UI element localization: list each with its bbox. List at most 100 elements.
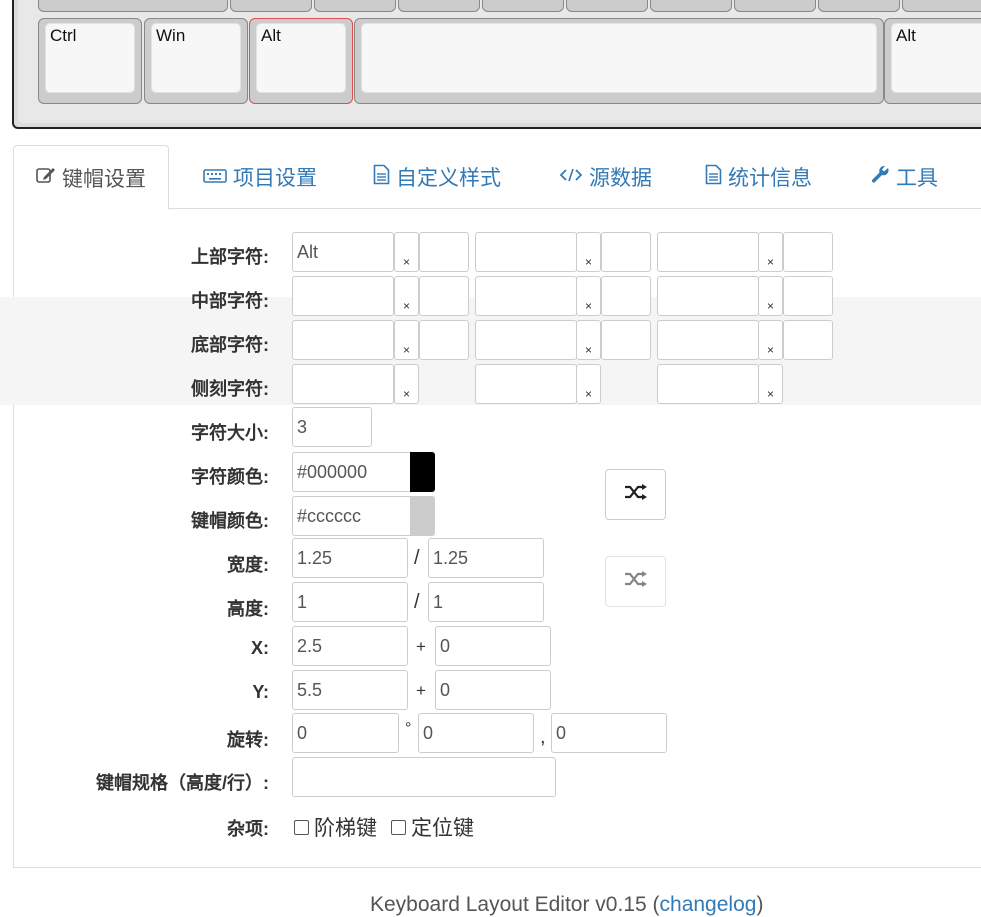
top-legend-color[interactable] (601, 232, 651, 272)
key-right-alt[interactable]: Alt (884, 18, 981, 104)
clear-button[interactable]: × (394, 364, 419, 404)
checkbox-box[interactable] (391, 819, 406, 835)
key-top-row[interactable] (734, 0, 816, 12)
homing-checkbox[interactable]: 定位键 (391, 812, 474, 842)
clear-button[interactable]: × (758, 232, 783, 272)
keycap-win: Win (151, 23, 241, 93)
keycap-ctrl: Ctrl (45, 23, 135, 93)
center-legend-color[interactable] (419, 276, 469, 316)
key-ctrl[interactable]: Ctrl (38, 18, 142, 104)
center-legend-label: 中部字符: (191, 291, 269, 311)
close-icon: × (766, 255, 774, 269)
y2-input[interactable]: 0 (435, 670, 551, 710)
bottom-legend-input-3[interactable] (657, 320, 759, 360)
key-color-swatch[interactable] (410, 496, 435, 536)
side-legend-input-3[interactable] (657, 364, 759, 404)
key-top-row[interactable] (230, 0, 312, 12)
x-separator: + (416, 637, 426, 656)
y-input[interactable]: 5.5 (292, 670, 408, 710)
clear-button[interactable]: × (576, 364, 601, 404)
width2-input[interactable]: 1.25 (428, 538, 544, 578)
key-alt-selected[interactable]: Alt (249, 18, 353, 104)
rotation-x-input[interactable]: 0 (418, 713, 534, 753)
clear-button[interactable]: × (576, 276, 601, 316)
key-top-row[interactable] (314, 0, 396, 12)
clear-button[interactable]: × (576, 320, 601, 360)
y-separator: + (416, 681, 426, 700)
text-color-input[interactable]: #000000 (292, 452, 412, 492)
x2-input[interactable]: 0 (435, 626, 551, 666)
bottom-legend-input-2[interactable] (475, 320, 577, 360)
top-legend-color[interactable] (783, 232, 833, 272)
checkbox-box[interactable] (294, 819, 309, 835)
height-input[interactable]: 1 (292, 582, 408, 622)
side-legend-input-1[interactable] (292, 364, 394, 404)
tab-tools[interactable]: 工具 (870, 145, 938, 209)
clear-button[interactable]: × (576, 232, 601, 272)
bottom-legend-color[interactable] (601, 320, 651, 360)
tab-keyboard-properties[interactable]: 项目设置 (203, 145, 317, 209)
center-legend-color[interactable] (601, 276, 651, 316)
font-size-input[interactable]: 3 (292, 407, 372, 447)
clear-button[interactable]: × (758, 364, 783, 404)
tab-key-properties[interactable]: 键帽设置 (13, 145, 169, 210)
clear-button[interactable]: × (394, 232, 419, 272)
top-legend-input-1[interactable]: Alt (292, 232, 394, 272)
key-top-row[interactable] (818, 0, 900, 12)
clear-button[interactable]: × (394, 320, 419, 360)
close-icon: × (766, 387, 774, 401)
changelog-link[interactable]: changelog (660, 893, 757, 916)
tab-raw-data[interactable]: 源数据 (559, 145, 652, 209)
profile-input[interactable] (292, 757, 556, 797)
clear-button[interactable]: × (758, 276, 783, 316)
width-input[interactable]: 1.25 (292, 538, 408, 578)
close-icon: × (766, 299, 774, 313)
key-top-row[interactable] (902, 0, 981, 12)
bottom-legend-label: 底部字符: (191, 335, 269, 355)
center-legend-input-1[interactable] (292, 276, 394, 316)
center-legend-color[interactable] (783, 276, 833, 316)
misc-label: 杂项: (227, 819, 269, 839)
text-color-swatch[interactable] (410, 452, 435, 492)
width-separator: / (414, 547, 420, 569)
key-top-row[interactable] (566, 0, 648, 12)
rotation-label: 旋转: (227, 730, 269, 750)
top-legend-color[interactable] (419, 232, 469, 272)
bottom-legend-color[interactable] (419, 320, 469, 360)
clear-button[interactable]: × (394, 276, 419, 316)
center-legend-input-3[interactable] (657, 276, 759, 316)
key-top-row[interactable] (482, 0, 564, 12)
clear-button[interactable]: × (758, 320, 783, 360)
close-icon: × (584, 343, 592, 357)
bottom-legend-input-1[interactable] (292, 320, 394, 360)
side-legend-input-2[interactable] (475, 364, 577, 404)
rotation-angle-input[interactable]: 0 (292, 713, 399, 753)
tab-summary[interactable]: 统计信息 (705, 145, 812, 209)
stepped-checkbox[interactable]: 阶梯键 (294, 812, 377, 842)
top-legend-input-3[interactable] (657, 232, 759, 272)
rotation-y-input[interactable]: 0 (551, 713, 667, 753)
tab-label: 工具 (896, 167, 938, 190)
key-top-row[interactable] (38, 0, 228, 12)
key-top-row[interactable] (398, 0, 480, 12)
tab-custom-styles[interactable]: 自定义样式 (373, 145, 501, 209)
height2-input[interactable]: 1 (428, 582, 544, 622)
key-space[interactable] (354, 18, 884, 104)
swap-colors-button[interactable] (605, 469, 666, 520)
close-icon: × (766, 343, 774, 357)
key-top-row[interactable] (650, 0, 732, 12)
x-input[interactable]: 2.5 (292, 626, 408, 666)
swap-size-button[interactable] (605, 556, 666, 607)
center-legend-input-2[interactable] (475, 276, 577, 316)
key-color-input[interactable]: #cccccc (292, 496, 412, 536)
close-icon: × (584, 387, 592, 401)
bottom-legend-color[interactable] (783, 320, 833, 360)
top-legend-input-2[interactable] (475, 232, 577, 272)
key-win[interactable]: Win (144, 18, 248, 104)
key-label: Alt (261, 26, 281, 45)
profile-label: 键帽规格（高度/行）: (96, 773, 269, 793)
tab-label: 自定义样式 (396, 167, 501, 190)
keycap-space (361, 23, 877, 93)
close-icon: × (584, 299, 592, 313)
random-icon (624, 483, 648, 506)
